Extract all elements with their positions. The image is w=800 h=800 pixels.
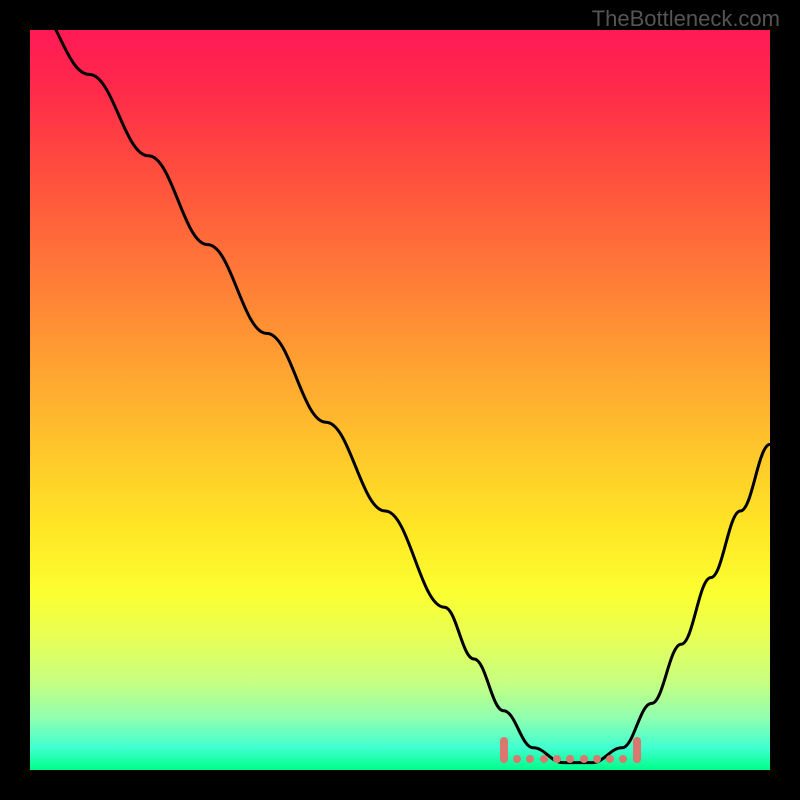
- optimal-range-markers: [30, 30, 770, 770]
- marker-dot: [526, 755, 534, 763]
- marker-dots-row: [504, 758, 637, 766]
- marker-dot: [633, 755, 641, 763]
- marker-dot: [500, 755, 508, 763]
- marker-dot: [606, 755, 614, 763]
- watermark-text: TheBottleneck.com: [592, 6, 780, 32]
- marker-dot: [540, 755, 548, 763]
- marker-dot: [553, 755, 561, 763]
- marker-dot: [566, 755, 574, 763]
- marker-dot: [593, 755, 601, 763]
- marker-dot: [619, 755, 627, 763]
- marker-dot: [580, 755, 588, 763]
- marker-dot: [513, 755, 521, 763]
- chart-plot-area: [30, 30, 770, 770]
